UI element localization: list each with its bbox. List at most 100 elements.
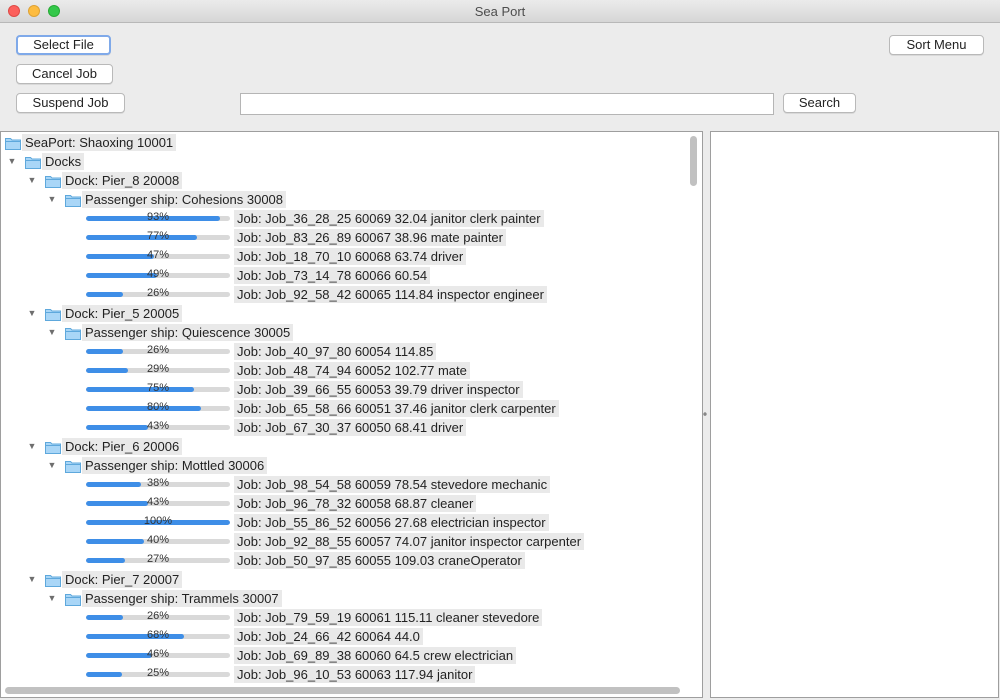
tree-root-label: SeaPort: Shaoxing 10001 — [22, 134, 177, 151]
job-tree[interactable]: SeaPort: Shaoxing 10001 ▼ Docks ▼ Dock: Pier… — [0, 131, 703, 698]
triangle-down-icon[interactable]: ▼ — [47, 323, 57, 342]
job-progress-bar: 29% — [86, 363, 230, 376]
progress-percent: 75% — [146, 382, 170, 394]
cancel-job-button[interactable]: Cancel Job — [16, 64, 113, 84]
job-progress-bar: 100% — [86, 515, 230, 528]
tree-root[interactable]: SeaPort: Shaoxing 10001 — [1, 133, 681, 152]
folder-icon — [45, 174, 61, 188]
folder-icon — [65, 193, 81, 207]
job-label: Job: Job_92_58_42 60065 114.84 inspector… — [234, 286, 547, 303]
sort-menu-button[interactable]: Sort Menu — [889, 35, 984, 55]
triangle-down-icon[interactable]: ▼ — [27, 304, 37, 323]
progress-percent: 27% — [146, 553, 170, 565]
horizontal-scroll-thumb[interactable] — [5, 687, 680, 694]
job-label: Job: Job_65_58_66 60051 37.46 janitor cl… — [234, 400, 559, 417]
split-pane-divider[interactable]: ⦁ — [703, 409, 708, 418]
job-progress-bar: 75% — [86, 382, 230, 395]
job-row[interactable]: 26% Job: Job_92_58_42 60065 114.84 inspec… — [1, 285, 681, 304]
tree-ship[interactable]: ▼ Passenger ship: Cohesions 30008 — [1, 190, 681, 209]
tree-ship-label: Passenger ship: Trammels 30007 — [82, 590, 282, 607]
job-progress-bar: 80% — [86, 401, 230, 414]
job-label: Job: Job_55_86_52 60056 27.68 electricia… — [234, 514, 549, 531]
progress-percent: 38% — [146, 477, 170, 489]
folder-icon — [65, 592, 81, 606]
progress-percent: 93% — [146, 211, 170, 223]
select-file-button[interactable]: Select File — [16, 35, 111, 55]
job-row[interactable]: 25% Job: Job_96_10_53 60063 117.94 janito… — [1, 665, 681, 684]
job-label: Job: Job_18_70_10 60068 63.74 driver — [234, 248, 467, 265]
triangle-down-icon[interactable]: ▼ — [7, 152, 17, 171]
tree-dock[interactable]: ▼ Dock: Pier_7 20007 — [1, 570, 681, 589]
triangle-down-icon[interactable]: ▼ — [47, 456, 57, 475]
job-progress-bar: 68% — [86, 629, 230, 642]
job-row[interactable]: 46% Job: Job_69_89_38 60060 64.5 crew ele… — [1, 646, 681, 665]
search-input[interactable] — [240, 93, 774, 115]
folder-icon — [65, 459, 81, 473]
job-progress-bar: 26% — [86, 344, 230, 357]
tree-dock-label: Dock: Pier_6 20006 — [62, 438, 183, 455]
job-row[interactable]: 29% Job: Job_48_74_94 60052 102.77 mate — [1, 361, 681, 380]
progress-percent: 77% — [146, 230, 170, 242]
job-row[interactable]: 100% Job: Job_55_86_52 60056 27.68 electr… — [1, 513, 681, 532]
job-progress-bar: 26% — [86, 610, 230, 623]
suspend-job-button[interactable]: Suspend Job — [16, 93, 125, 113]
job-row[interactable]: 68% Job: Job_24_66_42 60064 44.0 — [1, 627, 681, 646]
tree-dock[interactable]: ▼ Dock: Pier_8 20008 — [1, 171, 681, 190]
tree-ship-label: Passenger ship: Cohesions 30008 — [82, 191, 287, 208]
tree-dock[interactable]: ▼ Dock: Pier_5 20005 — [1, 304, 681, 323]
folder-icon — [65, 326, 81, 340]
job-progress-bar: 77% — [86, 230, 230, 243]
folder-icon — [45, 307, 61, 321]
job-label: Job: Job_39_66_55 60053 39.79 driver ins… — [234, 381, 523, 398]
job-progress-bar: 46% — [86, 648, 230, 661]
job-label: Job: Job_36_28_25 60069 32.04 janitor cl… — [234, 210, 544, 227]
job-progress-bar: 40% — [86, 534, 230, 547]
triangle-down-icon[interactable]: ▼ — [47, 589, 57, 608]
progress-percent: 26% — [146, 344, 170, 356]
progress-percent: 26% — [146, 610, 170, 622]
job-progress-bar: 93% — [86, 211, 230, 224]
folder-icon — [25, 155, 41, 169]
job-row[interactable]: 49% Job: Job_73_14_78 60066 60.54 — [1, 266, 681, 285]
progress-percent: 68% — [146, 629, 170, 641]
triangle-down-icon[interactable]: ▼ — [27, 171, 37, 190]
job-row[interactable]: 43% Job: Job_96_78_32 60058 68.87 cleaner — [1, 494, 681, 513]
vertical-scrollbar[interactable] — [688, 134, 698, 682]
progress-percent: 47% — [146, 249, 170, 261]
job-label: Job: Job_67_30_37 60050 68.41 driver — [234, 419, 467, 436]
job-row[interactable]: 75% Job: Job_39_66_55 60053 39.79 driver … — [1, 380, 681, 399]
tree-ship-label: Passenger ship: Quiescence 30005 — [82, 324, 294, 341]
folder-icon — [45, 573, 61, 587]
job-row[interactable]: 77% Job: Job_83_26_89 60067 38.96 mate pa… — [1, 228, 681, 247]
job-row[interactable]: 43% Job: Job_67_30_37 60050 68.41 driver — [1, 418, 681, 437]
tree-ship-label: Passenger ship: Mottled 30006 — [82, 457, 268, 474]
folder-icon — [5, 136, 21, 150]
job-row[interactable]: 26% Job: Job_40_97_80 60054 114.85 — [1, 342, 681, 361]
search-button[interactable]: Search — [783, 93, 856, 113]
job-row[interactable]: 27% Job: Job_50_97_85 60055 109.03 craneO… — [1, 551, 681, 570]
tree-dock[interactable]: ▼ Dock: Pier_6 20006 — [1, 437, 681, 456]
job-row[interactable]: 47% Job: Job_18_70_10 60068 63.74 driver — [1, 247, 681, 266]
triangle-down-icon[interactable]: ▼ — [47, 190, 57, 209]
triangle-down-icon[interactable]: ▼ — [27, 437, 37, 456]
job-row[interactable]: 26% Job: Job_79_59_19 60061 115.11 cleane… — [1, 608, 681, 627]
tree-ship[interactable]: ▼ Passenger ship: Trammels 30007 — [1, 589, 681, 608]
horizontal-scrollbar[interactable] — [3, 686, 687, 695]
tree-ship[interactable]: ▼ Passenger ship: Mottled 30006 — [1, 456, 681, 475]
job-label: Job: Job_83_26_89 60067 38.96 mate paint… — [234, 229, 506, 246]
job-row[interactable]: 38% Job: Job_98_54_58 60059 78.54 stevedo… — [1, 475, 681, 494]
progress-percent: 43% — [146, 420, 170, 432]
job-label: Job: Job_24_66_42 60064 44.0 — [234, 628, 423, 645]
progress-percent: 46% — [146, 648, 170, 660]
job-progress-bar: 43% — [86, 496, 230, 509]
job-row[interactable]: 80% Job: Job_65_58_66 60051 37.46 janitor… — [1, 399, 681, 418]
vertical-scroll-thumb[interactable] — [690, 136, 697, 186]
progress-percent: 26% — [146, 287, 170, 299]
tree-docks-label: Docks — [42, 153, 85, 170]
tree-docks[interactable]: ▼ Docks — [1, 152, 681, 171]
triangle-down-icon[interactable]: ▼ — [27, 570, 37, 589]
job-row[interactable]: 93% Job: Job_36_28_25 60069 32.04 janitor… — [1, 209, 681, 228]
job-progress-bar: 43% — [86, 420, 230, 433]
tree-ship[interactable]: ▼ Passenger ship: Quiescence 30005 — [1, 323, 681, 342]
job-row[interactable]: 40% Job: Job_92_88_55 60057 74.07 janitor… — [1, 532, 681, 551]
